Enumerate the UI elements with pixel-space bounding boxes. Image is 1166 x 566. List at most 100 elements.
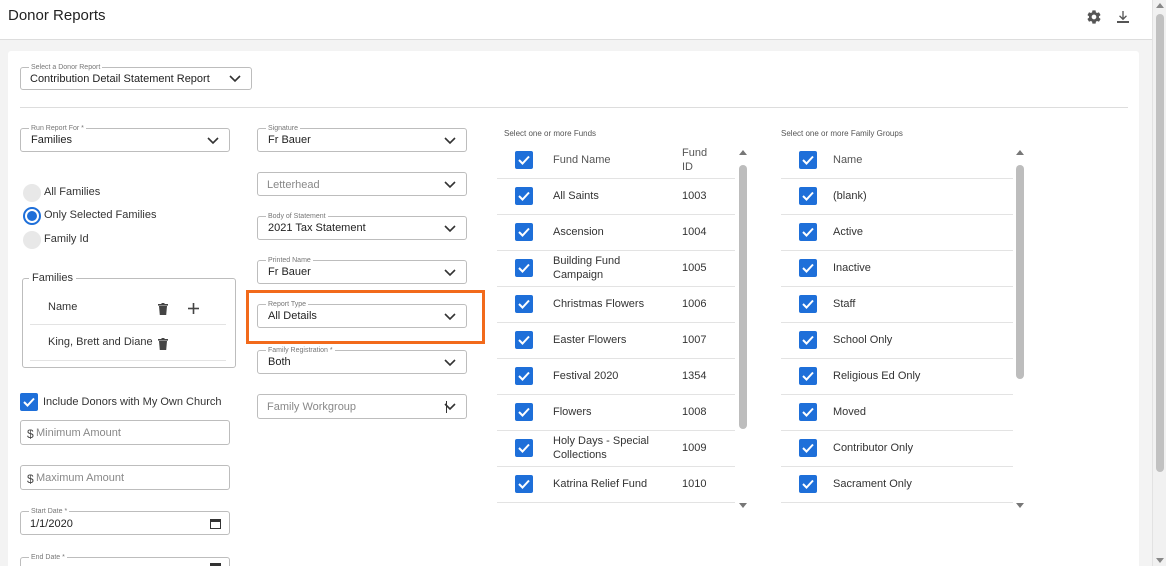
chevron-down-icon [444,403,456,411]
fund-row-checkbox[interactable] [515,187,533,205]
fund-row-id: 1354 [682,370,707,382]
fund-row-name: Easter Flowers [553,334,627,346]
family-registration-select[interactable]: Family Registration * Both [257,346,467,374]
check-icon [518,479,530,489]
fund-row-name: Flowers [553,406,592,418]
group-row-checkbox[interactable] [799,187,817,205]
fund-row-id: 1004 [682,226,707,238]
fund-row-checkbox[interactable] [515,475,533,493]
check-icon [802,479,814,489]
fund-row-checkbox[interactable] [515,331,533,349]
body-of-statement-select[interactable]: Body of Statement 2021 Tax Statement [257,212,467,240]
families-box: Families Name King, Brett and Diane [22,272,236,368]
minimum-amount-input[interactable]: $ Minimum Amount [20,420,230,445]
page-scrollbar[interactable] [1152,0,1166,566]
group-row-checkbox[interactable] [799,439,817,457]
trash-icon[interactable] [158,337,168,355]
group-row-checkbox[interactable] [799,403,817,421]
group-row-checkbox[interactable] [799,259,817,277]
fund-row-checkbox[interactable] [515,439,533,457]
group-row-name: Active [833,226,863,238]
fund-row-checkbox[interactable] [515,259,533,277]
group-row-checkbox[interactable] [799,223,817,241]
gear-icon[interactable] [1086,9,1104,27]
radio-all-families[interactable] [23,184,41,202]
include-donors-label: Include Donors with My Own Church [43,396,222,408]
check-icon [802,299,814,309]
group-row-name: Staff [833,298,856,310]
group-name-header: Name [833,154,863,166]
fund-row-checkbox[interactable] [515,295,533,313]
letterhead-select[interactable]: Letterhead [257,172,467,196]
check-icon [802,155,814,165]
add-family-icon[interactable] [188,301,199,319]
check-icon [518,407,530,417]
group-row-checkbox[interactable] [799,475,817,493]
trash-icon[interactable] [158,302,168,320]
group-row-name: Contributor Only [833,442,914,454]
check-icon [23,397,35,407]
row-divider [497,430,735,431]
group-row-name: (blank) [833,190,867,202]
row-divider [497,250,735,251]
radio-label-all-families: All Families [44,186,101,198]
fund-row-name: Festival 2020 [553,370,619,382]
maximum-amount-input[interactable]: $ Maximum Amount [20,465,230,490]
chevron-down-icon [229,75,241,83]
donor-report-select[interactable]: Select a Donor Report Contribution Detai… [20,63,252,90]
chevron-down-icon [444,269,456,277]
group-row-name: Moved [833,406,867,418]
row-divider [497,214,735,215]
row-divider [497,394,735,395]
include-donors-checkbox[interactable] [20,393,38,411]
fund-row-name: Holy Days - Special Collections [553,435,649,461]
row-divider [781,466,1013,467]
groups-caption: Select one or more Family Groups [781,129,903,138]
group-row-checkbox[interactable] [799,367,817,385]
row-divider [781,430,1013,431]
check-icon [518,191,530,201]
fund-row-id: 1006 [682,298,707,310]
fund-row-id: 1009 [682,442,707,454]
radio-family-id[interactable] [23,231,41,249]
check-icon [518,335,530,345]
fund-row-name: All Saints [553,190,599,202]
group-row-checkbox[interactable] [799,295,817,313]
radio-only-selected-families[interactable] [23,207,41,225]
row-divider [497,466,735,467]
download-icon[interactable] [1115,9,1133,27]
families-name-header: Name [48,301,78,313]
funds-select-all-checkbox[interactable] [515,151,533,169]
groups-scrollbar[interactable] [1015,150,1025,512]
funds-scrollbar[interactable] [738,150,748,512]
family-workgroup-select[interactable]: Family Workgroup [257,394,467,419]
start-date-input[interactable]: Start Date * 1/1/2020 [20,507,230,535]
divider [20,107,1128,108]
chevron-down-icon [207,137,219,145]
fund-row-checkbox[interactable] [515,403,533,421]
fund-id-header: Fund ID [682,147,708,173]
groups-select-all-checkbox[interactable] [799,151,817,169]
row-divider [497,322,735,323]
calendar-icon[interactable] [210,518,221,529]
radio-label-family-id: Family Id [44,233,89,245]
calendar-icon[interactable] [210,562,221,566]
fund-row-id: 1007 [682,334,707,346]
printed-name-select[interactable]: Printed Name Fr Bauer [257,256,467,284]
fund-row-name: Building Fund Campaign [553,255,621,281]
row-divider [497,502,735,503]
check-icon [518,227,530,237]
fund-row-checkbox[interactable] [515,367,533,385]
group-row-name: Inactive [833,262,871,274]
report-type-highlight [246,290,485,344]
group-row-checkbox[interactable] [799,331,817,349]
radio-label-only-selected: Only Selected Families [44,209,157,221]
run-report-for-select[interactable]: Run Report For * Families [20,124,230,152]
end-date-input[interactable]: End Date * [20,553,230,566]
page-title: Donor Reports [8,7,106,24]
check-icon [518,155,530,165]
signature-select[interactable]: Signature Fr Bauer [257,124,467,152]
fund-row-name: Katrina Relief Fund [553,478,648,490]
fund-row-id: 1010 [682,478,707,490]
fund-row-checkbox[interactable] [515,223,533,241]
